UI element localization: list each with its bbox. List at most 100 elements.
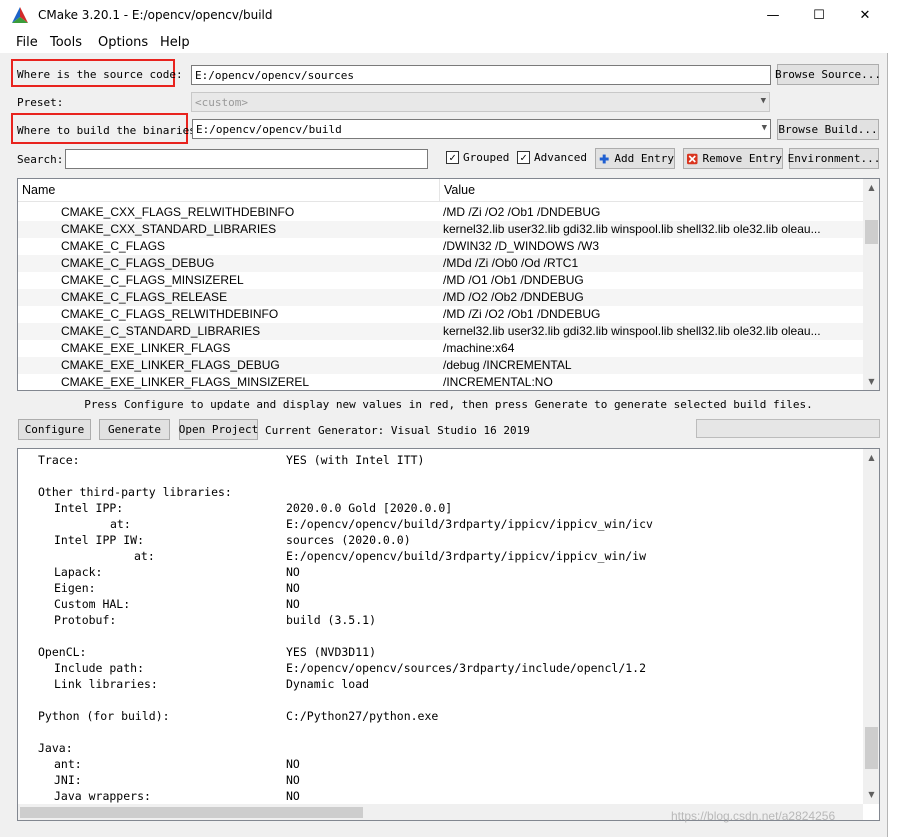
cache-table: Name Value CMAKE_CXX_FLAGS_RELWITHDEBINF… (17, 178, 880, 391)
browse-source-button[interactable]: Browse Source... (775, 64, 881, 85)
output-line-value: sources (2020.0.0) (286, 533, 411, 547)
column-header-value[interactable]: Value (444, 183, 475, 197)
source-label: Where is the source code: (17, 68, 183, 81)
table-row[interactable]: CMAKE_C_STANDARD_LIBRARIES kernel32.lib u… (18, 323, 863, 340)
add-entry-button[interactable]: Add Entry (595, 148, 675, 169)
output-line-key: Intel IPP: (54, 501, 124, 515)
scroll-up-icon[interactable]: ▲ (863, 183, 879, 192)
source-input[interactable]: E:/opencv/opencv/sources (191, 65, 771, 85)
environment-button[interactable]: Environment... (788, 148, 880, 169)
output-line-key: ant: (54, 757, 82, 771)
row-name: CMAKE_C_FLAGS_RELWITHDEBINFO (61, 307, 279, 321)
configure-button[interactable]: Configure (18, 419, 91, 440)
row-name: CMAKE_C_FLAGS (61, 239, 166, 253)
search-input[interactable] (65, 149, 428, 169)
scroll-down-icon[interactable]: ▼ (863, 790, 879, 799)
output-vertical-scrollbar[interactable]: ▲ ▼ (863, 449, 879, 804)
menu-file[interactable]: File (16, 35, 38, 50)
remove-x-icon (687, 153, 698, 164)
grouped-checkbox[interactable]: ✓ Grouped (446, 151, 509, 164)
browse-build-button[interactable]: Browse Build... (777, 119, 879, 140)
row-name: CMAKE_EXE_LINKER_FLAGS (61, 341, 231, 355)
build-label: Where to build the binaries: (17, 124, 203, 137)
menu-tools[interactable]: Tools (50, 35, 82, 50)
open-project-button[interactable]: Open Project (179, 419, 258, 440)
scroll-up-icon[interactable]: ▲ (863, 453, 879, 462)
output-line-value: E:/opencv/opencv/build/3rdparty/ippicv/i… (286, 549, 647, 563)
output-line-value: NO (286, 773, 300, 787)
minimize-button[interactable]: — (750, 0, 796, 31)
table-row[interactable]: CMAKE_C_FLAGS_MINSIZEREL/MD /O1 /Ob1 /DN… (18, 272, 863, 289)
table-row[interactable]: CMAKE_CXX_STANDARD_LIBRARIES kernel32.lib… (18, 221, 863, 238)
table-row[interactable]: CMAKE_C_FLAGS_RELWITHDEBINFO/MD /Zi /O2 … (18, 306, 863, 323)
row-value: /INCREMENTAL:NO (443, 375, 553, 389)
check-icon: ✓ (517, 151, 530, 164)
table-scroll-thumb[interactable] (865, 220, 878, 244)
grouped-label: Grouped (463, 151, 510, 164)
output-line-key: Eigen: (54, 581, 96, 595)
output-line-value: build (3.5.1) (286, 613, 377, 627)
row-name: CMAKE_CXX_STANDARD_LIBRARIES (61, 222, 277, 236)
table-row[interactable]: CMAKE_C_FLAGS_DEBUG/MDd /Zi /Ob0 /Od /RT… (18, 255, 863, 272)
output-line-value: NO (286, 789, 300, 803)
table-row[interactable]: CMAKE_EXE_LINKER_FLAGS_MINSIZEREL/INCREM… (18, 374, 863, 390)
row-value: kernel32.lib user32.lib gdi32.lib winspo… (443, 324, 821, 338)
output-line-key: Include path: (54, 661, 145, 675)
output-line-key: Java: (38, 741, 73, 755)
menu-help[interactable]: Help (160, 35, 190, 50)
output-line-value: YES (with Intel ITT) (286, 453, 425, 467)
advanced-checkbox[interactable]: ✓ Advanced (517, 151, 587, 164)
output-line-value: YES (NVD3D11) (286, 645, 377, 659)
remove-entry-button[interactable]: Remove Entry (683, 148, 783, 169)
output-scroll-thumb[interactable] (865, 727, 878, 769)
build-value: E:/opencv/opencv/build (196, 123, 342, 136)
row-value: kernel32.lib user32.lib gdi32.lib winspo… (443, 222, 821, 236)
output-line-value: E:/opencv/opencv/build/3rdparty/ippicv/i… (286, 517, 653, 531)
table-row[interactable]: CMAKE_C_FLAGS_RELEASE/MD /O2 /Ob2 /DNDEB… (18, 289, 863, 306)
progress-bar (696, 419, 880, 438)
output-line-key: at: (134, 549, 155, 563)
output-line-key: at: (110, 517, 131, 531)
menu-bar: File Tools Options Help (0, 31, 888, 53)
maximize-button[interactable]: ☐ (796, 0, 842, 31)
current-generator: Current Generator: Visual Studio 16 2019 (265, 424, 530, 437)
search-label: Search: (17, 153, 64, 166)
table-row[interactable]: CMAKE_EXE_LINKER_FLAGS_DEBUG/debug /INCR… (18, 357, 863, 374)
table-vertical-scrollbar[interactable]: ▲ ▼ (863, 179, 879, 390)
menu-options[interactable]: Options (98, 35, 148, 50)
row-value: /DWIN32 /D_WINDOWS /W3 (443, 239, 600, 253)
row-name: CMAKE_CXX_FLAGS_RELWITHDEBINFO (61, 205, 295, 219)
preset-select[interactable]: <custom> ▼ (191, 92, 770, 112)
output-line-value: 2020.0.0 Gold [2020.0.0] (286, 501, 453, 515)
output-line-value: NO (286, 581, 300, 595)
row-value: /MDd /Zi /Ob0 /Od /RTC1 (443, 256, 579, 270)
column-divider[interactable] (439, 179, 440, 202)
cmake-logo-icon (12, 7, 28, 23)
close-icon: ✕ (859, 8, 871, 23)
table-row[interactable]: CMAKE_CXX_FLAGS_RELWITHDEBINFO/MD /Zi /O… (18, 204, 863, 221)
row-value: /MD /Zi /O2 /Ob1 /DNDEBUG (443, 307, 601, 321)
output-hscroll-thumb[interactable] (20, 807, 363, 818)
column-header-name[interactable]: Name (22, 183, 55, 197)
watermark: https://blog.csdn.net/a2824256 (671, 809, 836, 823)
remove-entry-label: Remove Entry (702, 152, 782, 165)
output-line-key: JNI: (54, 773, 82, 787)
table-row[interactable]: CMAKE_C_FLAGS/DWIN32 /D_WINDOWS /W3 (18, 238, 863, 255)
build-combo[interactable]: E:/opencv/opencv/build ▼ (192, 119, 771, 139)
table-header: Name Value (18, 179, 863, 202)
output-line-key: Java wrappers: (54, 789, 151, 803)
scroll-down-icon[interactable]: ▼ (863, 377, 879, 386)
output-line-key: OpenCL: (38, 645, 87, 659)
row-value: /debug /INCREMENTAL (443, 358, 572, 372)
add-entry-label: Add Entry (614, 152, 674, 165)
row-name: CMAKE_EXE_LINKER_FLAGS_MINSIZEREL (61, 375, 310, 389)
close-button[interactable]: ✕ (842, 0, 888, 31)
generate-button[interactable]: Generate (99, 419, 170, 440)
output-line-key: Intel IPP IW: (54, 533, 145, 547)
output-line-value: C:/Python27/python.exe (286, 709, 439, 723)
chevron-down-icon: ▼ (760, 96, 766, 106)
output-line-key: Lapack: (54, 565, 103, 579)
row-name: CMAKE_C_FLAGS_MINSIZEREL (61, 273, 244, 287)
table-row[interactable]: CMAKE_EXE_LINKER_FLAGS/machine:x64 (18, 340, 863, 357)
output-line-key: Link libraries: (54, 677, 158, 691)
